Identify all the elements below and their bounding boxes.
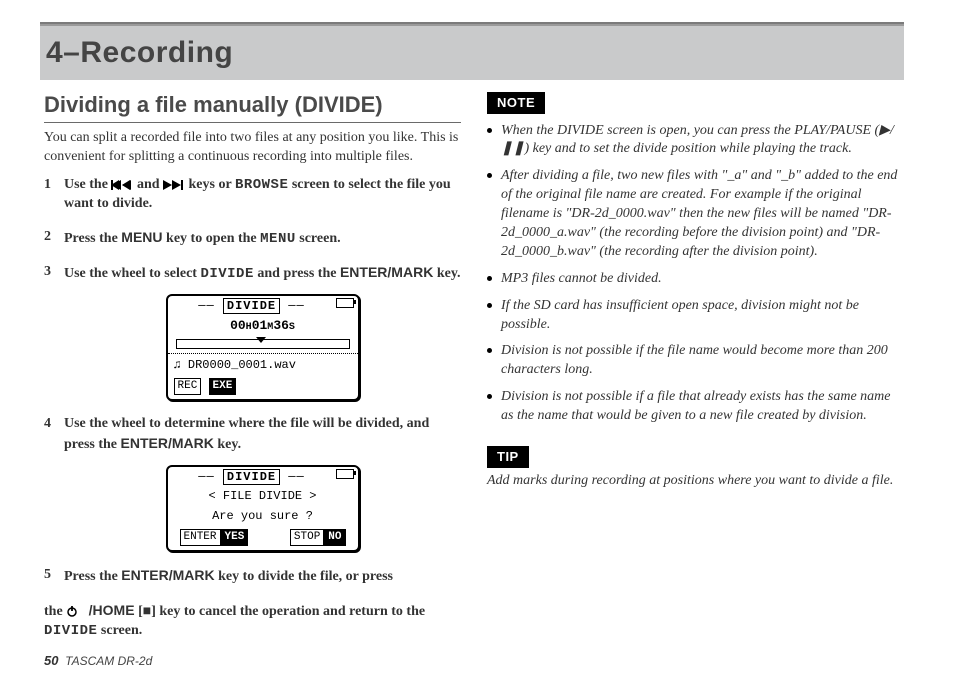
note-item: If the SD card has insufficient open spa… (487, 297, 904, 335)
note-item: Division is not possible if the file nam… (487, 342, 904, 380)
lcd-time-value: 00H01M36S (230, 318, 295, 333)
cont-text: screen. (97, 623, 142, 638)
exe-badge: EXE (209, 378, 237, 395)
step-text: screen. (299, 231, 340, 246)
lcd-line1: < FILE DIVIDE > (168, 486, 358, 506)
note-item: When the DIVIDE screen is open, you can … (487, 122, 904, 160)
lcd-divide-position: ── DIVIDE ── 00H01M36S ♫ DR0000_0001.wav… (166, 294, 360, 401)
lcd-time: 00H01M36S (168, 315, 358, 337)
enter-yes: ENTERYES (180, 528, 249, 546)
rec-badge: REC (174, 378, 202, 395)
battery-icon (336, 298, 354, 308)
steps-list: Use the and keys or BROWSE screen to sel… (44, 176, 461, 586)
page-number: 50 (44, 653, 58, 668)
tip-body: Add marks during recording at positions … (487, 472, 904, 491)
lcd-prompt-row: ENTERYES STOPNO (168, 526, 358, 550)
home-key-label: /HOME (89, 602, 135, 618)
cont-text: ] key to cancel the operation and return… (151, 604, 425, 619)
menu-key-label: MENU (121, 229, 162, 245)
step-text: and press the (257, 266, 340, 281)
step-text: key to divide the file, or press (218, 569, 393, 584)
step-5: Press the ENTER/MARK key to divide the f… (64, 566, 461, 587)
chapter-band: 4–Recording (40, 24, 904, 80)
step-text: keys or (189, 177, 235, 192)
page-footer: 50 TASCAM DR-2d (44, 653, 152, 668)
lcd-confirm-divide: ── DIVIDE ── < FILE DIVIDE > Are you sur… (166, 465, 360, 552)
note-item: MP3 files cannot be divided. (487, 270, 904, 289)
divide-label: DIVIDE (200, 266, 253, 282)
lcd-filename: ♫ DR0000_0001.wav (168, 353, 358, 377)
menu-screen-label: MENU (260, 231, 296, 247)
note-item: After dividing a file, two new files wit… (487, 167, 904, 261)
battery-icon (336, 469, 354, 479)
divide-screen-label: DIVIDE (44, 623, 97, 639)
skip-back-icon (111, 180, 133, 190)
step-text: and (137, 177, 163, 192)
step-text: Use the wheel to determine where the fil… (64, 416, 429, 452)
tip-label: TIP (487, 446, 529, 468)
manual-page: 4–Recording Dividing a file manually (DI… (0, 0, 954, 680)
lcd-title: ── DIVIDE ── (168, 467, 358, 486)
chapter-title: 4–Recording (40, 36, 233, 70)
step-text: Use the wheel to select (64, 266, 200, 281)
model-name: TASCAM DR-2d (65, 654, 152, 668)
stop-icon: ■ (143, 604, 151, 619)
step-3: Use the wheel to select DIVIDE and press… (64, 263, 461, 401)
note-label: NOTE (487, 92, 545, 114)
lcd-title: ── DIVIDE ── (168, 296, 358, 315)
step-text: key. (437, 266, 461, 281)
lcd-position-bar (176, 339, 350, 349)
step-text: key. (217, 437, 241, 452)
lcd-line2: Are you sure ? (168, 506, 358, 526)
enter-mark-key: ENTER/MARK (121, 567, 214, 583)
intro-paragraph: You can split a recorded file into two f… (44, 129, 461, 167)
power-icon (66, 605, 78, 617)
note-item: Division is not possible if a file that … (487, 388, 904, 426)
step-text: key to open the (166, 231, 260, 246)
step-text: Press the (64, 231, 121, 246)
step-text: Press the (64, 569, 121, 584)
lcd-footer: REC EXE (168, 377, 358, 399)
note-block: NOTE When the DIVIDE screen is open, you… (487, 90, 904, 444)
step-5-continuation: the /HOME [■] key to cancel the operatio… (44, 601, 461, 641)
step-2: Press the MENU key to open the MENU scre… (64, 228, 461, 249)
stop-no: STOPNO (290, 528, 346, 546)
enter-mark-key: ENTER/MARK (121, 435, 214, 451)
section-title: Dividing a file manually (DIVIDE) (44, 90, 461, 123)
tip-block: TIP Add marks during recording at positi… (487, 444, 904, 490)
step-text: Use the (64, 177, 111, 192)
body-columns: Dividing a file manually (DIVIDE) You ca… (44, 90, 904, 644)
step-1: Use the and keys or BROWSE screen to sel… (64, 176, 461, 214)
cont-text: the (44, 604, 66, 619)
step-4: Use the wheel to determine where the fil… (64, 415, 461, 552)
skip-fwd-icon (163, 180, 185, 190)
browse-screen-label: BROWSE (235, 177, 288, 193)
enter-mark-key: ENTER/MARK (340, 264, 433, 280)
note-list: When the DIVIDE screen is open, you can … (487, 122, 904, 444)
